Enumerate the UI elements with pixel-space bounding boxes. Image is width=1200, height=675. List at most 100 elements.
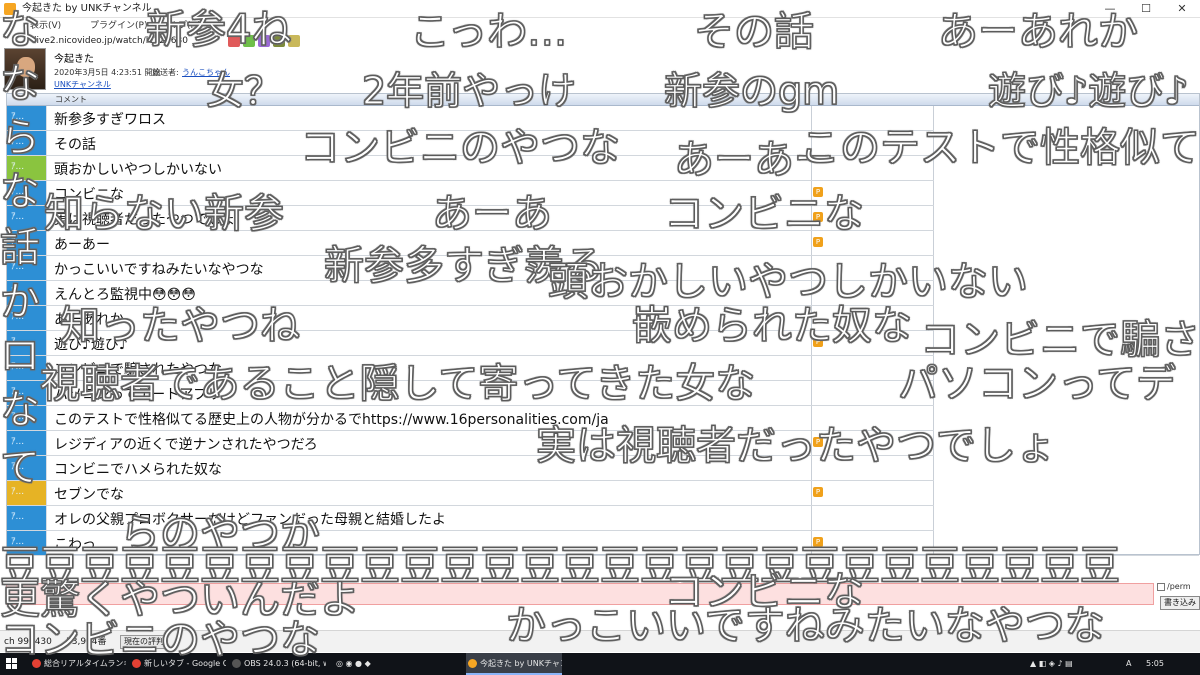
taskbar-item-comment-viewer[interactable]: 今起きた by UNKチャン... bbox=[466, 653, 562, 675]
comment-text: こわっ bbox=[54, 537, 96, 553]
channel-link[interactable]: UNKチャンネル bbox=[54, 79, 111, 90]
user-badge[interactable]: ｱ... bbox=[7, 131, 47, 155]
user-badge[interactable]: ｱ... bbox=[7, 206, 47, 230]
user-badge[interactable]: ｱ... bbox=[7, 506, 47, 530]
minimize-button[interactable]: — bbox=[1092, 0, 1128, 18]
post-area: /perm 書き込み bbox=[6, 556, 1200, 614]
badge-mark: ｱ... bbox=[11, 112, 25, 122]
badge-mark: ｱ... bbox=[11, 162, 25, 172]
badge-mark: ｱ... bbox=[11, 512, 25, 522]
badge-mark: ｱ... bbox=[11, 437, 25, 447]
maximize-button[interactable]: ☐ bbox=[1128, 0, 1164, 18]
taskbar-clock[interactable]: 5:05 bbox=[1146, 653, 1164, 675]
reputation-button[interactable]: 現在の評判 bbox=[120, 635, 168, 649]
chrome-icon bbox=[32, 659, 41, 668]
user-badge[interactable]: ｱ... bbox=[7, 181, 47, 205]
comment-column-header[interactable]: コメント bbox=[7, 94, 1199, 106]
user-badge[interactable]: ｱ... bbox=[7, 306, 47, 330]
taskbar: 総合リアルタイムランキン... 新しいタブ - Google Ch... OBS… bbox=[0, 653, 1200, 675]
perm-checkbox[interactable]: /perm bbox=[1157, 582, 1191, 591]
comment-text: コンビニで騙されたやつな bbox=[54, 362, 222, 378]
comment-text: レジディアの近くで逆ナンされたやつだろ bbox=[54, 437, 318, 453]
taskbar-item-newtab[interactable]: 新しいタブ - Google Ch... bbox=[130, 653, 226, 675]
premium-icon: P bbox=[813, 212, 823, 222]
pinned-app-icons[interactable]: ◎ ◉ ● ◆ bbox=[336, 653, 371, 675]
comment-text: あーあれか bbox=[54, 312, 124, 328]
status-bar: ch 998430 53,964番 現在の評判 bbox=[0, 630, 1200, 652]
badge-mark: ｱ... bbox=[11, 237, 25, 247]
menu-help[interactable]: ヘルプ(H) bbox=[160, 18, 201, 34]
ime-indicator[interactable]: A bbox=[1126, 653, 1131, 675]
owner-link[interactable]: うんこちゃん bbox=[182, 67, 230, 78]
user-badge[interactable]: ｱ... bbox=[7, 256, 47, 280]
column-divider bbox=[811, 481, 812, 505]
premium-icon: P bbox=[813, 187, 823, 197]
badge-mark: ｱ... bbox=[11, 487, 25, 497]
premium-icon: P bbox=[813, 437, 823, 447]
column-divider bbox=[811, 406, 812, 430]
badge-mark: ｱ... bbox=[11, 412, 25, 422]
column-divider bbox=[811, 256, 812, 280]
user-badge[interactable]: ｱ... bbox=[7, 231, 47, 255]
user-badge[interactable]: ｱ... bbox=[7, 406, 47, 430]
viewer-id: ch 998430 bbox=[4, 637, 52, 647]
badge-mark: ｱ... bbox=[11, 287, 25, 297]
comment-text: その話 bbox=[54, 137, 96, 153]
column-divider bbox=[811, 156, 812, 180]
windows-start-icon[interactable] bbox=[6, 658, 18, 670]
settings-icon[interactable] bbox=[258, 35, 270, 47]
taskbar-item-obs[interactable]: OBS 24.0.3 (64-bit, wi... bbox=[230, 653, 326, 675]
column-divider bbox=[811, 181, 812, 205]
refresh-icon[interactable] bbox=[243, 35, 255, 47]
badge-mark: ｱ... bbox=[11, 312, 25, 322]
user-badge[interactable]: ｱ... bbox=[7, 281, 47, 305]
column-divider bbox=[811, 331, 812, 355]
comment-detail-pane bbox=[934, 106, 1199, 554]
checkbox-icon[interactable] bbox=[1157, 582, 1165, 591]
perm-label: /perm bbox=[1167, 582, 1191, 591]
comment-input[interactable] bbox=[6, 583, 1154, 605]
comment-text: セブンでな bbox=[54, 487, 124, 503]
user-badge[interactable]: ｱ... bbox=[7, 106, 47, 130]
system-tray-icons[interactable]: ▲ ◧ ◈ ♪ ▤ bbox=[1030, 653, 1073, 675]
broadcast-info: 今起きた 2020年3月5日 4:23:51 開始 放送者: うんこちゃん UN… bbox=[4, 48, 344, 92]
menu-plugin[interactable]: プラグイン(P) bbox=[90, 18, 147, 34]
broadcast-title: 今起きた bbox=[54, 54, 94, 65]
badge-mark: ｱ... bbox=[11, 387, 25, 397]
comment-list-panel[interactable]: コメント ｱ... 新参多すぎワロス ｱ... その話 ｱ... 頭おかしいやつしかいない… bbox=[6, 93, 1200, 556]
column-divider bbox=[811, 431, 812, 455]
column-divider bbox=[811, 456, 812, 480]
user-badge[interactable]: ｱ... bbox=[7, 331, 47, 355]
broadcast-start-date: 2020年3月5日 4:23:51 開始 bbox=[54, 68, 161, 77]
comment-text: 遊び♪遊び♪ bbox=[54, 337, 128, 353]
menu-view[interactable]: 表示(V) bbox=[30, 18, 61, 34]
badge-mark: ｱ... bbox=[11, 462, 25, 472]
note-icon[interactable] bbox=[288, 35, 300, 47]
app-icon bbox=[4, 3, 16, 15]
record-icon[interactable] bbox=[228, 35, 240, 47]
premium-icon: P bbox=[813, 537, 823, 547]
badge-mark: ｱ... bbox=[11, 262, 25, 272]
close-button[interactable]: ✕ bbox=[1164, 0, 1200, 18]
submit-button[interactable]: 書き込み bbox=[1160, 596, 1200, 610]
user-badge[interactable]: ｱ... bbox=[7, 381, 47, 405]
avatar bbox=[4, 48, 46, 90]
comment-text: コンビニでハメられた奴な bbox=[54, 462, 222, 478]
user-badge[interactable]: ｱ... bbox=[7, 456, 47, 480]
folder-icon[interactable] bbox=[273, 35, 285, 47]
badge-mark: ｱ... bbox=[11, 362, 25, 372]
comment-text: えんとろ監視中😳😳😳 bbox=[54, 287, 196, 303]
broadcast-url[interactable]: live2.nicovideo.jp/watch/lv324630 bbox=[34, 34, 188, 48]
badge-mark: ｱ... bbox=[11, 537, 25, 547]
badge-mark: ｱ... bbox=[11, 137, 25, 147]
user-badge[interactable]: ｱ... bbox=[7, 531, 47, 555]
column-divider bbox=[811, 531, 812, 555]
user-badge[interactable]: ｱ... bbox=[7, 431, 47, 455]
comment-text: オレの父親プロボクサーだけどファンだった母親と結婚したよ bbox=[54, 512, 446, 528]
user-badge[interactable]: ｱ... bbox=[7, 481, 47, 505]
user-badge[interactable]: ｱ... bbox=[7, 156, 47, 180]
column-divider bbox=[811, 131, 812, 155]
comment-text: 頭おかしいやつしかいない bbox=[54, 162, 222, 178]
user-badge[interactable]: ｱ... bbox=[7, 356, 47, 380]
taskbar-item-ranking[interactable]: 総合リアルタイムランキン... bbox=[30, 653, 126, 675]
